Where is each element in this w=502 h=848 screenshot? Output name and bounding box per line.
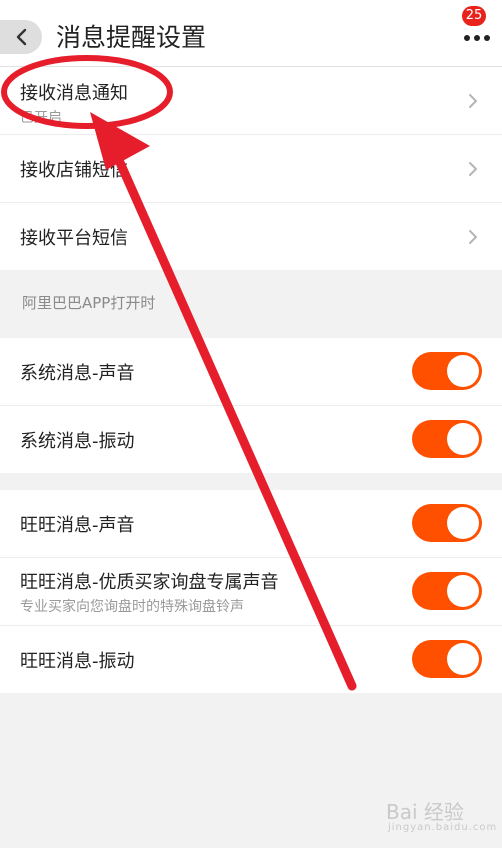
row-system-message-sound: 系统消息-声音 — [0, 338, 502, 406]
chevron-right-icon — [469, 162, 477, 176]
back-button[interactable] — [0, 20, 42, 54]
toggle-knob — [447, 423, 479, 455]
wangwang-premium-sound-toggle[interactable] — [412, 572, 482, 610]
chevron-right-icon — [469, 230, 477, 244]
toggle-knob — [447, 507, 479, 539]
wangwang-sound-toggle[interactable] — [412, 504, 482, 542]
row-wangwang-vibrate: 旺旺消息-振动 — [0, 626, 502, 693]
toggle-knob — [447, 575, 479, 607]
row-label: 接收消息通知 — [20, 83, 128, 104]
row-label: 旺旺消息-振动 — [20, 651, 135, 672]
system-message-group: 系统消息-声音 系统消息-振动 — [0, 338, 502, 473]
wangwang-message-group: 旺旺消息-声音 旺旺消息-优质买家询盘专属声音 专业买家向您询盘时的特殊询盘铃声… — [0, 490, 502, 693]
row-label: 接收店铺短信 — [20, 160, 128, 181]
chevron-right-icon — [469, 94, 477, 108]
more-button[interactable] — [462, 30, 492, 44]
row-receive-store-sms[interactable]: 接收店铺短信 — [0, 135, 502, 203]
row-label: 接收平台短信 — [20, 228, 128, 249]
row-label: 旺旺消息-优质买家询盘专属声音 — [20, 572, 279, 593]
row-label: 系统消息-振动 — [20, 431, 135, 452]
row-wangwang-premium-buyer-sound: 旺旺消息-优质买家询盘专属声音 专业买家向您询盘时的特殊询盘铃声 — [0, 558, 502, 626]
row-receive-platform-sms[interactable]: 接收平台短信 — [0, 203, 502, 270]
wangwang-vibrate-toggle[interactable] — [412, 640, 482, 678]
notification-channel-group: 接收消息通知 已开启 接收店铺短信 接收平台短信 — [0, 67, 502, 270]
row-receive-message-notification[interactable]: 接收消息通知 已开启 — [0, 67, 502, 135]
top-navigation-bar: 消息提醒设置 25 — [0, 0, 502, 67]
section-header: 阿里巴巴APP打开时 — [22, 294, 156, 312]
row-label: 系统消息-声音 — [20, 363, 135, 384]
chevron-left-icon — [16, 28, 27, 46]
row-wangwang-sound: 旺旺消息-声音 — [0, 490, 502, 558]
system-sound-toggle[interactable] — [412, 352, 482, 390]
toggle-knob — [447, 643, 479, 675]
row-description: 专业买家向您询盘时的特殊询盘铃声 — [20, 599, 244, 615]
row-label: 旺旺消息-声音 — [20, 515, 135, 536]
page-title: 消息提醒设置 — [56, 23, 207, 52]
row-system-message-vibrate: 系统消息-振动 — [0, 406, 502, 473]
more-dots-icon — [464, 35, 490, 41]
notification-badge: 25 — [462, 6, 486, 26]
toggle-knob — [447, 355, 479, 387]
watermark-url: jingyan.baidu.com — [388, 822, 498, 833]
system-vibrate-toggle[interactable] — [412, 420, 482, 458]
row-status: 已开启 — [20, 110, 62, 126]
watermark: Bai 经验 — [386, 800, 464, 824]
